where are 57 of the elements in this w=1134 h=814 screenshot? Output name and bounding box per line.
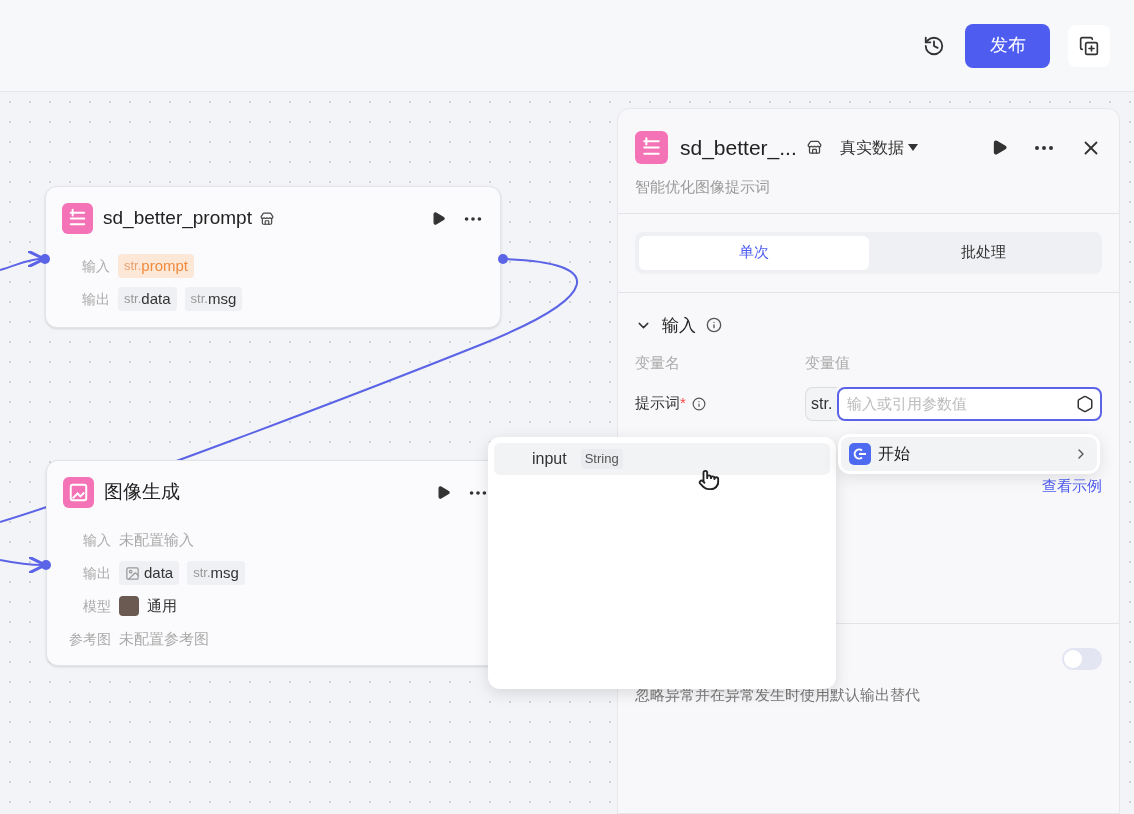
column-header: 变量值 [805, 353, 850, 373]
toggle-switch[interactable] [1062, 648, 1102, 670]
variable-tag: str.prompt [118, 254, 195, 278]
variable-tag: data [119, 561, 180, 585]
copy-button[interactable] [1068, 24, 1110, 67]
menu-label: 开始 [878, 444, 910, 464]
workflow-node[interactable]: sd_better_prompt 输入 str.prompt 输出 str.data str.msg [45, 186, 501, 328]
node-title: sd_better_prompt [103, 206, 252, 231]
run-button[interactable] [991, 139, 1008, 156]
connection-handle[interactable] [41, 560, 51, 570]
type-tag: String [580, 449, 623, 469]
caret-icon [907, 144, 918, 151]
row-label: 模型 [82, 596, 111, 616]
variable-tag: str.msg [184, 287, 243, 311]
row-label: 参考图 [68, 629, 111, 649]
history-icon[interactable] [923, 34, 945, 57]
avatar-placeholder [119, 596, 139, 616]
panel-description: 智能优化图像提示词 [634, 177, 771, 197]
row-label: 输入 [81, 256, 110, 276]
reference-menu-item[interactable]: 开始 [841, 437, 1097, 471]
row-label: 输出 [82, 563, 111, 583]
mode-tab[interactable]: 单次 [639, 235, 869, 270]
list-icon [635, 131, 668, 164]
row-value: 未配置输入 [119, 529, 194, 550]
copy-icon [1079, 35, 1099, 56]
run-button[interactable] [436, 485, 451, 500]
example-link[interactable]: 查看示例 [1042, 474, 1102, 497]
image-icon [63, 477, 94, 508]
row-label: 输出 [81, 289, 110, 309]
variable-name: input [532, 449, 567, 469]
start-icon [849, 443, 871, 465]
column-header: 变量名 [635, 353, 681, 373]
param-name: 提示词* [635, 393, 686, 414]
variable-tag: str.data [118, 287, 177, 311]
model-name: 通用 [147, 595, 177, 616]
variable-icon[interactable] [1076, 394, 1094, 413]
row-label: 输入 [82, 530, 111, 550]
info-icon [691, 396, 706, 411]
panel-title: sd_better_... [680, 134, 797, 162]
data-source-dropdown[interactable]: 真实数据 [839, 135, 918, 160]
value-input[interactable]: 输入或引用参数值 [837, 386, 1102, 421]
node-title: 图像生成 [104, 480, 180, 505]
store-icon [806, 140, 822, 155]
mode-tab[interactable]: 批处理 [868, 235, 1098, 270]
section-title: 输入 [662, 314, 696, 337]
pointer-cursor-icon [698, 468, 720, 492]
variable-tag: str.msg [187, 561, 245, 585]
type-prefix: str. [805, 386, 838, 421]
run-button[interactable] [431, 211, 446, 226]
connection-handle[interactable] [40, 254, 50, 264]
row-value: 未配置参考图 [119, 628, 209, 649]
image-icon [125, 565, 140, 581]
list-icon [62, 203, 93, 234]
info-icon [706, 317, 722, 334]
publish-button[interactable]: 发布 [965, 23, 1050, 68]
variable-menu-item[interactable]: input String [494, 443, 830, 475]
connection-handle[interactable] [498, 254, 508, 264]
